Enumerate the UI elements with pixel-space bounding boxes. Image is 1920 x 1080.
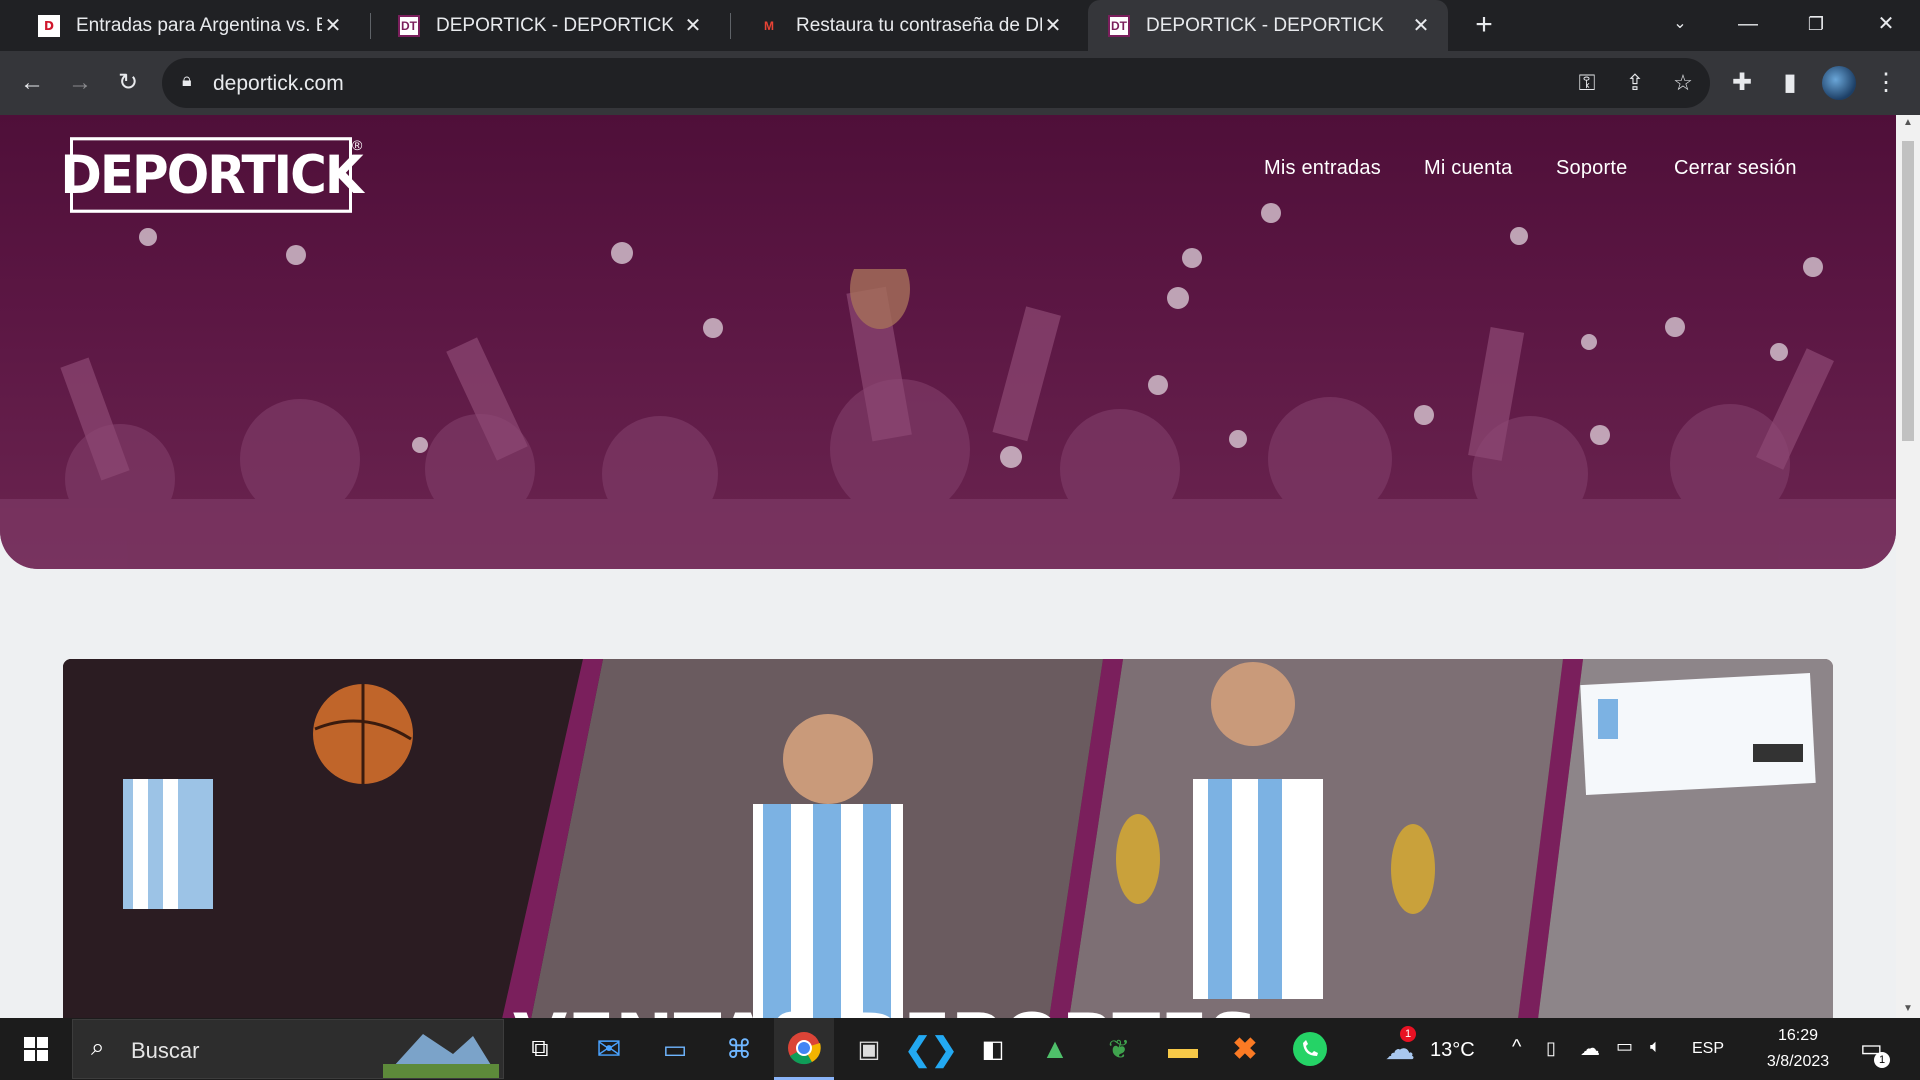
close-icon[interactable]: ✕ <box>322 13 344 38</box>
tab-deportick-1[interactable]: DT DEPORTICK - DEPORTICK ✕ <box>378 0 720 51</box>
weather-cloud-icon[interactable]: ☁ <box>1378 1018 1422 1080</box>
nav-cerrar-sesion[interactable]: Cerrar sesión <box>1674 157 1797 180</box>
back-icon[interactable]: ← <box>14 65 50 101</box>
search-highlight-image <box>383 1034 499 1078</box>
notification-count: 1 <box>1874 1052 1890 1068</box>
registered-mark: ® <box>352 137 363 153</box>
tab-title: DEPORTICK - DEPORTICK <box>436 14 674 36</box>
avatar[interactable] <box>1822 66 1856 100</box>
xampp-icon[interactable]: ✖ <box>1220 1018 1270 1080</box>
language-indicator[interactable]: ESP <box>1692 1040 1724 1058</box>
close-icon[interactable]: ✕ <box>1042 13 1064 38</box>
browser-toolbar: ← → ↻ 🔒︎ deportick.com ⚿ ⇪ ☆ ✚ ▮ ⋮ <box>0 51 1920 115</box>
hero-section: DEPORTICK ® Mis entradas Mi cuenta Sopor… <box>0 115 1896 569</box>
banner-image: VENTAS DEPORTES <box>63 659 1833 1018</box>
whatsapp-icon[interactable] <box>1284 1018 1336 1080</box>
minimize-icon[interactable]: — <box>1728 6 1768 42</box>
folder-icon[interactable]: ▬ <box>1158 1018 1208 1080</box>
ticket-icon: D <box>38 14 60 37</box>
promo-banner[interactable]: VENTAS DEPORTES <box>63 659 1833 1018</box>
tab-deportick-active[interactable]: DT DEPORTICK - DEPORTICK ✕ <box>1088 0 1448 51</box>
address-bar[interactable]: 🔒︎ deportick.com ⚿ ⇪ ☆ <box>162 58 1710 108</box>
onedrive-icon[interactable]: ☁ <box>1580 1036 1600 1061</box>
clock-time[interactable]: 16:29 <box>1750 1027 1846 1045</box>
tab-separator <box>730 13 731 39</box>
tab-title: DEPORTICK - DEPORTICK <box>1146 14 1384 36</box>
nav-mi-cuenta[interactable]: Mi cuenta <box>1424 157 1513 180</box>
extensions-icon[interactable]: ✚ <box>1724 65 1760 101</box>
mail-icon[interactable]: ✉ <box>584 1018 634 1080</box>
tab-strip: D Entradas para Argentina vs. Ecuador ✕ … <box>0 0 1920 51</box>
new-tab-button[interactable]: + <box>1466 8 1502 44</box>
window-close-icon[interactable]: ✕ <box>1866 6 1906 42</box>
network-app-icon[interactable]: ⌘ <box>714 1018 764 1080</box>
vscode-icon[interactable]: ❮❯ <box>904 1018 958 1080</box>
tab-search-icon[interactable]: ⌄ <box>1660 6 1700 42</box>
forward-icon[interactable]: → <box>62 65 98 101</box>
banner-headline: VENTAS DEPORTES <box>513 999 1258 1018</box>
tab-separator <box>370 13 371 39</box>
menu-icon[interactable]: ⋮ <box>1868 65 1904 101</box>
rocket-icon[interactable]: ▲ <box>1030 1018 1080 1080</box>
page-scrollbar[interactable]: ▲ ▼ <box>1896 115 1920 1018</box>
chevron-up-icon[interactable]: ^ <box>1512 1036 1521 1059</box>
tab-title: Restaura tu contraseña de DEPORTICK <box>796 14 1042 36</box>
restore-icon[interactable]: ❐ <box>1796 6 1836 42</box>
scrollbar-thumb[interactable] <box>1902 141 1914 441</box>
volume-icon[interactable]: 🔈︎ <box>1650 1036 1661 1057</box>
app-icon[interactable]: ◧ <box>968 1018 1018 1080</box>
bookmark-star-icon[interactable]: ☆ <box>1668 70 1698 96</box>
key-icon[interactable]: ⚿ <box>1572 70 1602 96</box>
tab-title: Entradas para Argentina vs. Ecuador <box>76 14 322 36</box>
nav-soporte[interactable]: Soporte <box>1556 157 1627 180</box>
network-icon[interactable]: ▭ <box>1616 1036 1633 1057</box>
weather-temperature[interactable]: 13°C <box>1430 1039 1475 1062</box>
search-placeholder: Buscar <box>131 1038 200 1063</box>
deportick-icon: DT <box>1108 14 1130 37</box>
scroll-up-icon[interactable]: ▲ <box>1901 117 1915 128</box>
tab-gmail[interactable]: M Restaura tu contraseña de DEPORTICK ✕ <box>738 0 1080 51</box>
search-icon: ⌕ <box>91 1034 105 1061</box>
chrome-icon[interactable] <box>774 1018 834 1080</box>
windows-taskbar: ⌕ Buscar ⧉ ✉ ▭ ⌘ ▣ ❮❯ ◧ ▲ ❦ ▬ ✖ ☁ 1 13°C… <box>0 1018 1920 1080</box>
clock-date[interactable]: 3/8/2023 <box>1750 1053 1846 1071</box>
site-logo[interactable]: DEPORTICK <box>60 137 364 213</box>
side-panel-icon[interactable]: ▮ <box>1772 65 1808 101</box>
computer-icon[interactable]: ▭ <box>650 1018 700 1080</box>
deportick-icon: DT <box>398 14 420 37</box>
reload-icon[interactable]: ↻ <box>110 65 146 101</box>
weather-badge: 1 <box>1400 1026 1416 1042</box>
share-icon[interactable]: ⇪ <box>1620 70 1650 96</box>
close-icon[interactable]: ✕ <box>682 13 704 38</box>
close-icon[interactable]: ✕ <box>1410 13 1432 38</box>
task-view-icon[interactable]: ⧉ <box>518 1018 562 1080</box>
terminal-icon[interactable]: ▣ <box>844 1018 894 1080</box>
windows-start-icon[interactable] <box>14 1018 58 1080</box>
scroll-down-icon[interactable]: ▼ <box>1901 1003 1915 1014</box>
meet-icon[interactable]: ▯ <box>1546 1038 1556 1059</box>
gmail-icon: M <box>764 18 774 33</box>
tab-entradas[interactable]: D Entradas para Argentina vs. Ecuador ✕ <box>18 0 360 51</box>
taskbar-search[interactable]: ⌕ Buscar <box>72 1019 504 1079</box>
page-viewport: DEPORTICK ® Mis entradas Mi cuenta Sopor… <box>0 115 1920 1018</box>
url-text: deportick.com <box>213 72 344 95</box>
nav-mis-entradas[interactable]: Mis entradas <box>1264 157 1381 180</box>
lock-icon: 🔒︎ <box>182 70 192 90</box>
leaf-icon[interactable]: ❦ <box>1094 1018 1144 1080</box>
